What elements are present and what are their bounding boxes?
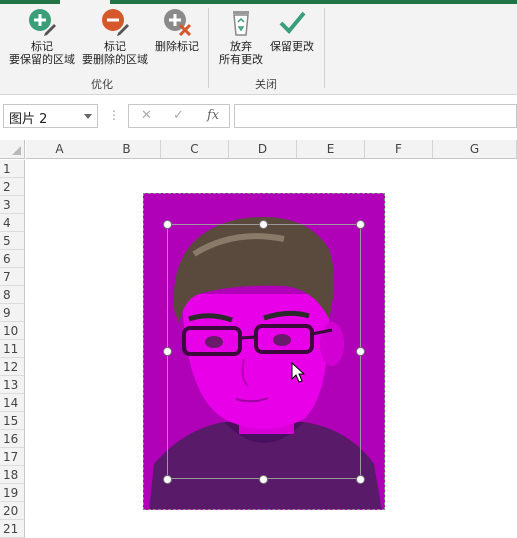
insert-function-icon[interactable]: fx [207,108,219,123]
formula-buttons: ✕ ✓ fx [128,104,230,128]
row-header-8[interactable]: 8 [0,286,25,304]
enter-icon[interactable]: ✓ [173,108,184,123]
row-header-18[interactable]: 18 [0,466,25,484]
formula-bar-resize-handle[interactable]: ⋮ [108,108,120,122]
row-header-11[interactable]: 11 [0,340,25,358]
plus-pencil-icon [29,9,56,36]
mark-keep-line2: 要保留的区域 [9,53,75,66]
row-header-13[interactable]: 13 [0,376,25,394]
row-header-16[interactable]: 16 [0,430,25,448]
group-separator [208,8,209,88]
resize-handle-top-left[interactable] [163,220,172,229]
mark-areas-to-remove-button[interactable]: 标记 要删除的区域 [80,8,150,66]
row-header-19[interactable]: 19 [0,484,25,502]
resize-handle-bottom-left[interactable] [163,475,172,484]
picture-selection-frame [167,224,361,479]
resize-handle-top-right[interactable] [356,220,365,229]
resize-handle-right[interactable] [356,347,365,356]
discard-all-changes-button[interactable]: 放弃 所有更改 [216,8,266,66]
name-box[interactable]: 图片 2 [3,104,98,128]
active-tab-indicator [60,0,110,4]
resize-handle-top[interactable] [259,220,268,229]
resize-handle-bottom[interactable] [259,475,268,484]
column-header-d[interactable]: D [229,140,297,159]
column-header-f[interactable]: F [365,140,433,159]
row-header-9[interactable]: 9 [0,304,25,322]
close-group-label: 关闭 [255,78,277,91]
column-header-c[interactable]: C [161,140,229,159]
mark-keep-line1: 标记 [31,40,53,53]
row-header-7[interactable]: 7 [0,268,25,286]
recycle-bin-icon [233,11,249,36]
row-header-6[interactable]: 6 [0,250,25,268]
row-header-17[interactable]: 17 [0,448,25,466]
row-header-20[interactable]: 20 [0,502,25,520]
column-header-b[interactable]: B [93,140,161,159]
discard-line2: 所有更改 [219,53,263,66]
formula-bar: 图片 2 ⋮ ✕ ✓ fx [0,100,517,134]
checkmark-icon [279,11,306,34]
delete-mark-label: 删除标记 [155,40,199,53]
group-separator [324,8,325,88]
row-header-1[interactable]: 1 [0,160,25,178]
resize-handle-bottom-right[interactable] [356,475,365,484]
row-header-12[interactable]: 12 [0,358,25,376]
row-header-15[interactable]: 15 [0,412,25,430]
resize-handle-left[interactable] [163,347,172,356]
row-header-2[interactable]: 2 [0,178,25,196]
delete-mark-icon [164,9,191,36]
row-header-21[interactable]: 21 [0,520,25,538]
row-header-4[interactable]: 4 [0,214,25,232]
row-header-3[interactable]: 3 [0,196,25,214]
select-all-corner[interactable] [0,140,25,159]
minus-pencil-icon [102,9,129,36]
mark-areas-to-keep-button[interactable]: 标记 要保留的区域 [6,8,78,66]
column-header-e[interactable]: E [297,140,365,159]
column-header-g[interactable]: G [433,140,517,159]
mark-delete-line1: 标记 [104,40,126,53]
cancel-icon[interactable]: ✕ [141,108,152,123]
formula-input[interactable] [234,104,517,128]
keep-changes-button[interactable]: 保留更改 [266,8,318,53]
ribbon: 标记 要保留的区域 标记 要删除的区域 删除标记 优化 放弃 所有更改 保留更改… [0,0,517,95]
mark-delete-line2: 要删除的区域 [82,53,148,66]
keep-changes-label: 保留更改 [270,40,314,53]
name-box-value: 图片 2 [9,112,48,127]
chevron-down-icon[interactable] [84,114,92,119]
optimize-group-label: 优化 [91,78,113,91]
row-header-14[interactable]: 14 [0,394,25,412]
delete-mark-button[interactable]: 删除标记 [152,8,202,53]
discard-line1: 放弃 [230,40,252,53]
mouse-pointer-icon [291,362,305,383]
row-header-5[interactable]: 5 [0,232,25,250]
column-header-a[interactable]: A [26,140,94,159]
row-header-10[interactable]: 10 [0,322,25,340]
